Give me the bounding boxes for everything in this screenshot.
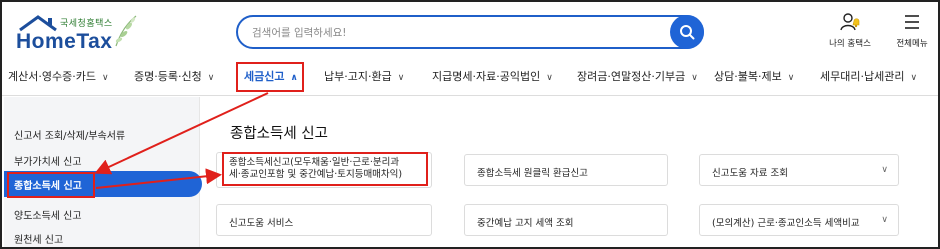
page-frame: 국세청홈택스 HomeTax 나의 홈택스 bbox=[0, 0, 940, 249]
arrow-sidebar-to-card bbox=[95, 168, 222, 189]
annotation-arrows bbox=[94, 92, 269, 189]
arrow-nav-to-sidebar bbox=[94, 92, 269, 175]
